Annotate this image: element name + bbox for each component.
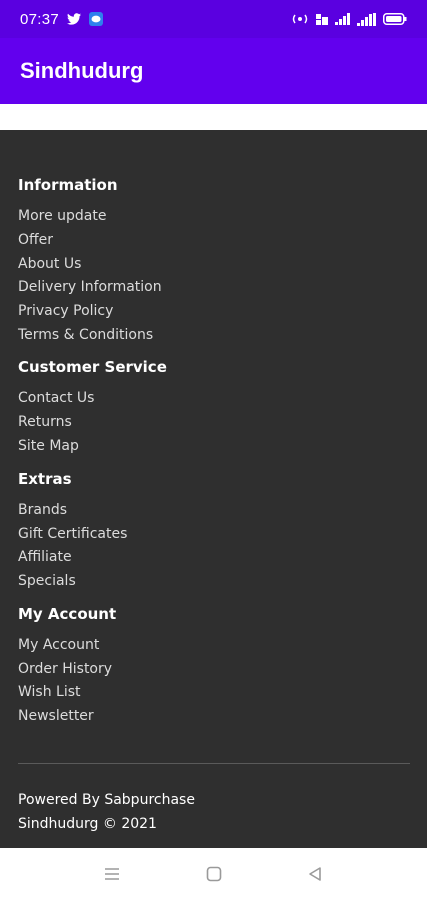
section-title-customer-service: Customer Service (18, 358, 167, 376)
signal-icon (335, 13, 351, 25)
link-specials[interactable]: Specials (18, 573, 76, 589)
content-spacer (0, 104, 427, 130)
twitter-icon (67, 13, 82, 25)
copyright: Sindhudurg © 2021 (18, 816, 157, 832)
section-title-information: Information (18, 176, 118, 194)
link-terms-conditions[interactable]: Terms & Conditions (18, 327, 153, 343)
back-icon[interactable] (305, 864, 325, 884)
powered-by: Powered By Sabpurchase (18, 792, 195, 808)
link-returns[interactable]: Returns (18, 414, 72, 430)
sabpurchase-link[interactable]: Sabpurchase (104, 792, 195, 808)
section-title-extras: Extras (18, 470, 72, 488)
footer: Information More update Offer About Us D… (0, 130, 427, 848)
link-order-history[interactable]: Order History (18, 661, 112, 677)
powered-by-label: Powered By (18, 792, 100, 808)
home-icon[interactable] (204, 864, 224, 884)
link-newsletter[interactable]: Newsletter (18, 708, 94, 724)
link-more-update[interactable]: More update (18, 208, 106, 224)
link-contact-us[interactable]: Contact Us (18, 390, 94, 406)
link-gift-certificates[interactable]: Gift Certificates (18, 526, 127, 542)
status-bar: 07:37 (0, 0, 427, 38)
chat-app-icon (89, 12, 104, 26)
signal-icon-2 (357, 12, 377, 26)
app-bar: Sindhudurg (0, 38, 427, 104)
battery-icon (383, 13, 407, 25)
link-wish-list[interactable]: Wish List (18, 684, 81, 700)
system-nav-bar (0, 848, 427, 900)
status-right (291, 12, 407, 26)
link-my-account[interactable]: My Account (18, 637, 99, 653)
link-offer[interactable]: Offer (18, 232, 53, 248)
link-about-us[interactable]: About Us (18, 256, 81, 272)
footer-divider (18, 763, 410, 764)
link-privacy-policy[interactable]: Privacy Policy (18, 303, 113, 319)
link-brands[interactable]: Brands (18, 502, 67, 518)
menu-icon[interactable] (102, 864, 122, 884)
link-affiliate[interactable]: Affiliate (18, 549, 72, 565)
status-left: 07:37 (20, 10, 104, 28)
section-title-my-account: My Account (18, 605, 117, 623)
link-delivery-information[interactable]: Delivery Information (18, 279, 162, 295)
data-icon (315, 13, 329, 26)
hotspot-icon (291, 13, 309, 25)
page-title: Sindhudurg (20, 58, 144, 83)
link-site-map[interactable]: Site Map (18, 438, 79, 454)
status-time: 07:37 (20, 10, 60, 28)
